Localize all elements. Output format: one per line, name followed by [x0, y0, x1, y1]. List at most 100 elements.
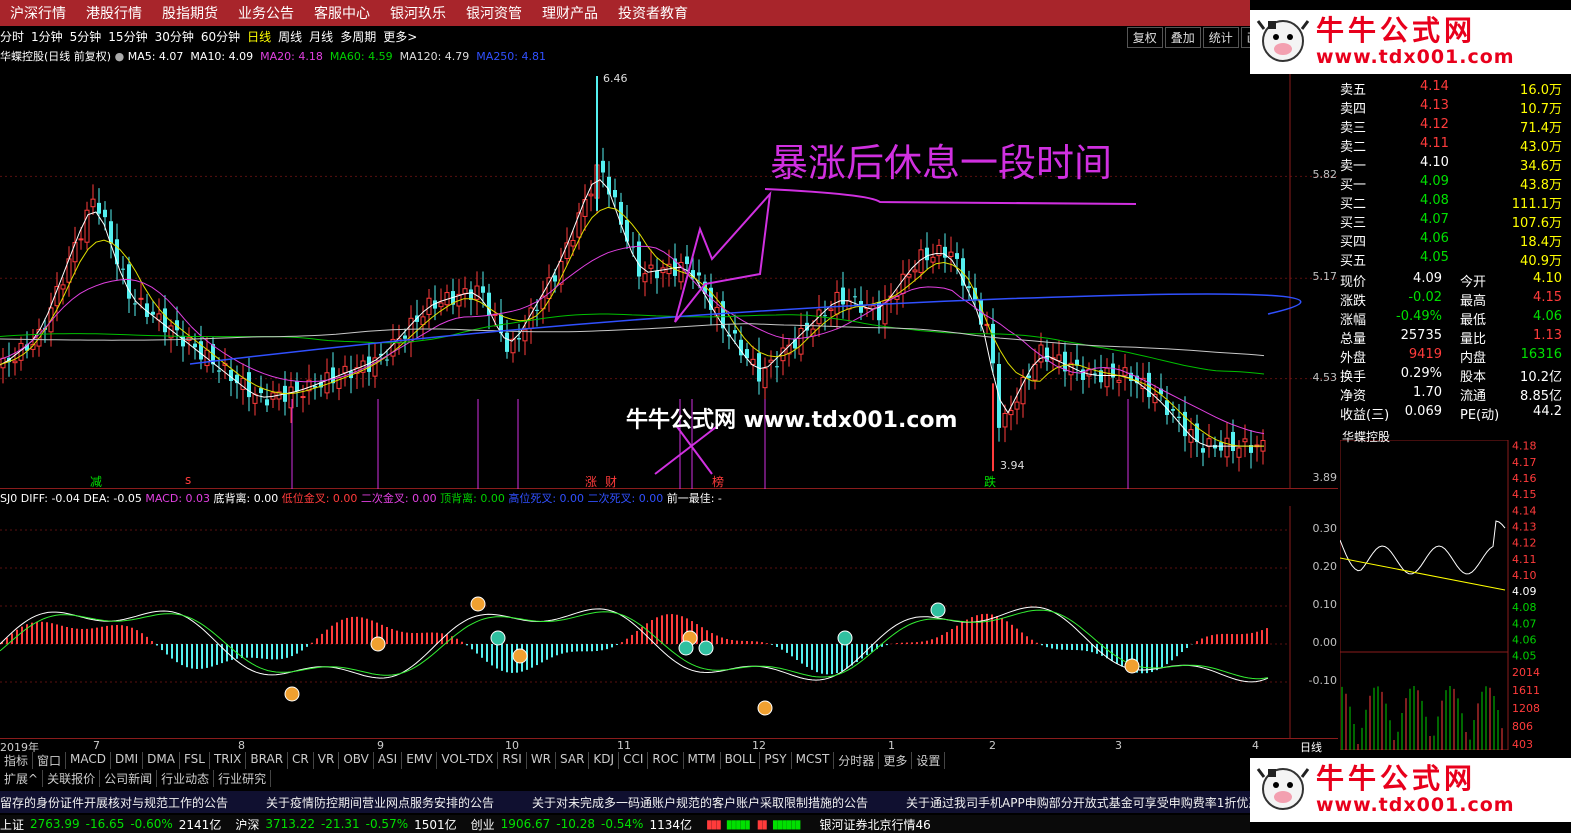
indicator-tab-11[interactable]: ASI	[374, 752, 403, 769]
indicator-tab-6[interactable]: TRIX	[210, 752, 247, 769]
intraday-mini-chart[interactable]: 华蝶控股 4.18 4.17 4.16 4.15 4.14 4.13 4.12 4.11 4.1…	[1339, 430, 1571, 751]
indicator-tab-19[interactable]: ROC	[648, 752, 684, 769]
toolbar-button-0[interactable]: 复权	[1126, 27, 1163, 48]
quote-label: 卖五	[1340, 83, 1367, 98]
ma120-value: MA120: 4.79	[399, 50, 470, 63]
period-10[interactable]: 更多>	[383, 28, 417, 45]
indicator-tab-22[interactable]: PSY	[760, 752, 792, 769]
nav-item-4[interactable]: 客服中心	[304, 3, 380, 23]
period-3[interactable]: 15分钟	[108, 28, 147, 45]
period-0[interactable]: 分时	[0, 28, 24, 45]
news-item-2[interactable]: 关于对未完成多一码通账户规范的客户账户采取限制措施的公告	[532, 794, 868, 811]
quote-volume: 111.1万	[1511, 197, 1562, 212]
macd-chart[interactable]: 0.30 0.20 0.10 0.00 -0.10	[0, 506, 1338, 738]
quote-sell-row: 卖四 4.13 10.7万	[1340, 98, 1562, 117]
watermark-text: 牛牛公式网 www.tdx001.com	[626, 408, 958, 433]
indicator-tab-3[interactable]: DMI	[111, 752, 144, 769]
golden-cross-marker	[470, 596, 486, 612]
candle-body	[481, 286, 485, 293]
logo-url[interactable]: www.tdx001.com	[1316, 46, 1515, 68]
toolbar-button-2[interactable]: 统计	[1202, 27, 1239, 48]
nav-item-1[interactable]: 港股行情	[76, 3, 152, 23]
info-tab-2[interactable]: 公司新闻	[100, 770, 158, 787]
period-6[interactable]: 日线	[247, 28, 271, 45]
golden-cross-marker	[757, 700, 773, 716]
indicator-tab-9[interactable]: VR	[314, 752, 340, 769]
news-item-0[interactable]: 留存的身份证件开展核对与规范工作的公告	[0, 794, 228, 811]
indicator-tab-12[interactable]: EMV	[402, 752, 438, 769]
period-9[interactable]: 多周期	[340, 28, 376, 45]
indicator-tab-8[interactable]: CR	[288, 752, 314, 769]
nav-item-2[interactable]: 股指期货	[152, 3, 228, 23]
indicator-tab-10[interactable]: OBV	[339, 752, 374, 769]
info-tab-3[interactable]: 行业动态	[157, 770, 215, 787]
indicator-tab-4[interactable]: DMA	[143, 752, 180, 769]
nav-item-0[interactable]: 沪深行情	[0, 3, 76, 23]
indicator-tab-7[interactable]: BRAR	[246, 752, 289, 769]
mini-axis-tick: 4.15	[1512, 488, 1537, 501]
date-tick: 9	[377, 739, 384, 752]
golden-cross-marker	[1124, 658, 1140, 674]
indicator-tabs: 指标 窗口 MACD DMI DMA FSL TRIX BRAR CR VR OBV ASI EMV VO…	[0, 752, 1250, 769]
nav-item-7[interactable]: 理财产品	[532, 3, 608, 23]
mini-axis-tick: 4.05	[1512, 650, 1537, 663]
signal-marker: s	[185, 473, 192, 487]
stat-value-2: 16316	[1520, 347, 1562, 362]
candle-body	[1014, 401, 1020, 410]
candle-body	[1008, 410, 1014, 416]
indicator-tab-20[interactable]: MTM	[684, 752, 721, 769]
candle-body	[553, 275, 557, 282]
period-8[interactable]: 月线	[309, 28, 333, 45]
indicator-tab-17[interactable]: KDJ	[589, 752, 620, 769]
indicator-tab-0[interactable]: 指标	[0, 752, 34, 769]
cy-change: -10.28	[556, 817, 595, 831]
indicator-tab-1[interactable]: 窗口	[33, 752, 67, 769]
period-2[interactable]: 5分钟	[70, 28, 102, 45]
info-tab-4[interactable]: 行业研究	[214, 770, 272, 787]
indicator-tab-21[interactable]: BOLL	[721, 752, 761, 769]
period-7[interactable]: 周线	[278, 28, 302, 45]
nav-item-6[interactable]: 银河资管	[456, 3, 532, 23]
indicator-tab-13[interactable]: VOL-TDX	[437, 752, 499, 769]
candle-body	[1224, 437, 1230, 458]
indicator-tab-15[interactable]: WR	[527, 752, 557, 769]
indicator-tab-23[interactable]: MCST	[792, 752, 835, 769]
macd-tick: 0.30	[1312, 522, 1338, 535]
signal-marker: 跌	[984, 475, 997, 489]
candle-body	[925, 247, 929, 261]
stat-label: 现价	[1340, 275, 1367, 290]
macd-item-6: 前一最佳: -	[666, 492, 722, 505]
mini-axis-tick: 4.14	[1512, 504, 1537, 517]
indicator-tab-24[interactable]: 分时器	[834, 752, 880, 769]
indicator-tab-16[interactable]: SAR	[556, 752, 590, 769]
macd-tick: -0.10	[1308, 674, 1337, 687]
period-4[interactable]: 30分钟	[155, 28, 194, 45]
hs-change: -21.31	[320, 817, 360, 831]
macd-name: SJ0	[0, 492, 18, 505]
indicator-tab-2[interactable]: MACD	[66, 752, 112, 769]
logo-url[interactable]: www.tdx001.com	[1316, 794, 1515, 816]
mini-axis-tick: 2014	[1512, 666, 1540, 679]
info-tab-1[interactable]: 关联报价	[43, 770, 101, 787]
period-1[interactable]: 1分钟	[31, 28, 63, 45]
news-item-1[interactable]: 关于疫情防控期间营业网点服务安排的公告	[266, 794, 494, 811]
nav-item-5[interactable]: 银河玖乐	[380, 3, 456, 23]
info-tab-0[interactable]: 扩展^	[0, 770, 44, 787]
indicator-tab-14[interactable]: RSI	[498, 752, 527, 769]
period-5[interactable]: 60分钟	[201, 28, 240, 45]
indicator-tab-26[interactable]: 设置	[912, 752, 946, 769]
quote-buy-row: 买二 4.08 111.1万	[1340, 193, 1562, 212]
candle-body	[462, 288, 468, 294]
candle-body	[295, 381, 299, 392]
indicator-tab-5[interactable]: FSL	[180, 752, 210, 769]
peak-label: 6.46	[603, 72, 628, 85]
nav-item-3[interactable]: 业务公告	[228, 3, 304, 23]
indicator-tab-25[interactable]: 更多	[879, 752, 913, 769]
toolbar-button-1[interactable]: 叠加	[1164, 27, 1201, 48]
indicator-tab-18[interactable]: CCI	[619, 752, 649, 769]
news-item-3[interactable]: 关于通过我司手机APP申购部分开放式基金可享受申购费率1折优惠	[906, 794, 1260, 811]
nav-item-8[interactable]: 投资者教育	[608, 3, 698, 23]
mini-chart-title: 华蝶控股	[1342, 430, 1391, 444]
candle-body	[967, 286, 971, 289]
logo-title: 牛牛公式网	[1316, 14, 1477, 47]
